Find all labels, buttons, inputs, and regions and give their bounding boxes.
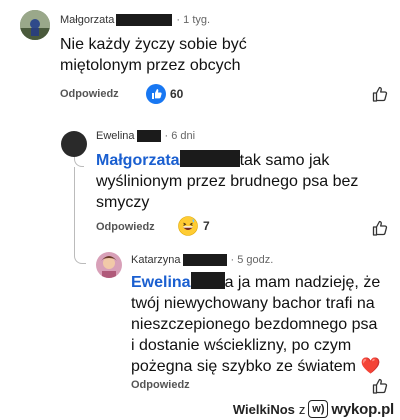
comment-text: Małgorzata tak samo jak wyślinionym przez…: [96, 150, 386, 213]
timestamp: · 5 godz.: [230, 254, 274, 266]
reaction-count[interactable]: 7: [178, 216, 210, 236]
thumbs-up-blue-icon: [146, 84, 166, 104]
redacted-block: [116, 14, 173, 26]
avatar-photo-icon: [96, 252, 122, 278]
redacted-block: [182, 254, 227, 266]
reaction-count[interactable]: 60: [146, 84, 183, 104]
reply-button[interactable]: Odpowiedz: [60, 88, 119, 100]
avatar[interactable]: [96, 252, 122, 278]
avatar[interactable]: [20, 10, 50, 40]
reply-button[interactable]: Odpowiedz: [131, 379, 190, 391]
timestamp: · 6 dni: [164, 130, 196, 142]
comment-meta: Katarzyna · 5 godz.: [131, 254, 273, 266]
avatar-photo-icon: [20, 10, 50, 40]
thread-line: [74, 167, 86, 264]
reaction-count-value: 7: [203, 219, 210, 233]
thumbs-up-outline-icon[interactable]: [372, 220, 388, 236]
mention-link[interactable]: Ewelina: [131, 274, 191, 291]
comment-text-line1: tak samo jak: [239, 152, 330, 169]
author-name[interactable]: Katarzyna: [131, 254, 181, 266]
wykop-watermark: WielkiNos z w) wykop.pl: [233, 400, 394, 418]
comment-text-rest: wyślinionym przez brudnego psa bez smycz…: [96, 173, 359, 211]
wykop-logo-icon: w): [308, 400, 329, 418]
timestamp: · 1 tyg.: [176, 14, 211, 26]
author-name[interactable]: Małgorzata: [60, 14, 114, 26]
watermark-user: WielkiNos: [232, 401, 295, 417]
comment-text: Ewelina a ja mam nadzieję, że twój niewyc…: [131, 272, 385, 377]
redacted-block: [190, 272, 225, 289]
heart-emoji-icon: ❤️: [360, 358, 381, 375]
thumbs-up-outline-icon[interactable]: [372, 378, 388, 394]
avatar[interactable]: [61, 131, 87, 157]
comment-meta: Małgorzata · 1 tyg.: [60, 14, 210, 26]
comment-meta: Ewelina · 6 dni: [96, 130, 195, 142]
watermark-connector: z: [298, 401, 306, 417]
reply-button[interactable]: Odpowiedz: [96, 221, 155, 233]
grinning-sweat-emoji-icon: [178, 216, 198, 236]
redacted-block: [136, 130, 161, 142]
comment-text: Nie każdy życzy sobie być miętolonym prz…: [60, 36, 247, 74]
mention-link[interactable]: Małgorzata: [96, 152, 180, 169]
watermark-site: wykop.pl: [331, 400, 394, 418]
redacted-block: [179, 150, 240, 167]
author-name[interactable]: Ewelina: [96, 130, 135, 142]
reaction-count-value: 60: [170, 87, 184, 101]
thumbs-up-outline-icon[interactable]: [372, 86, 388, 102]
